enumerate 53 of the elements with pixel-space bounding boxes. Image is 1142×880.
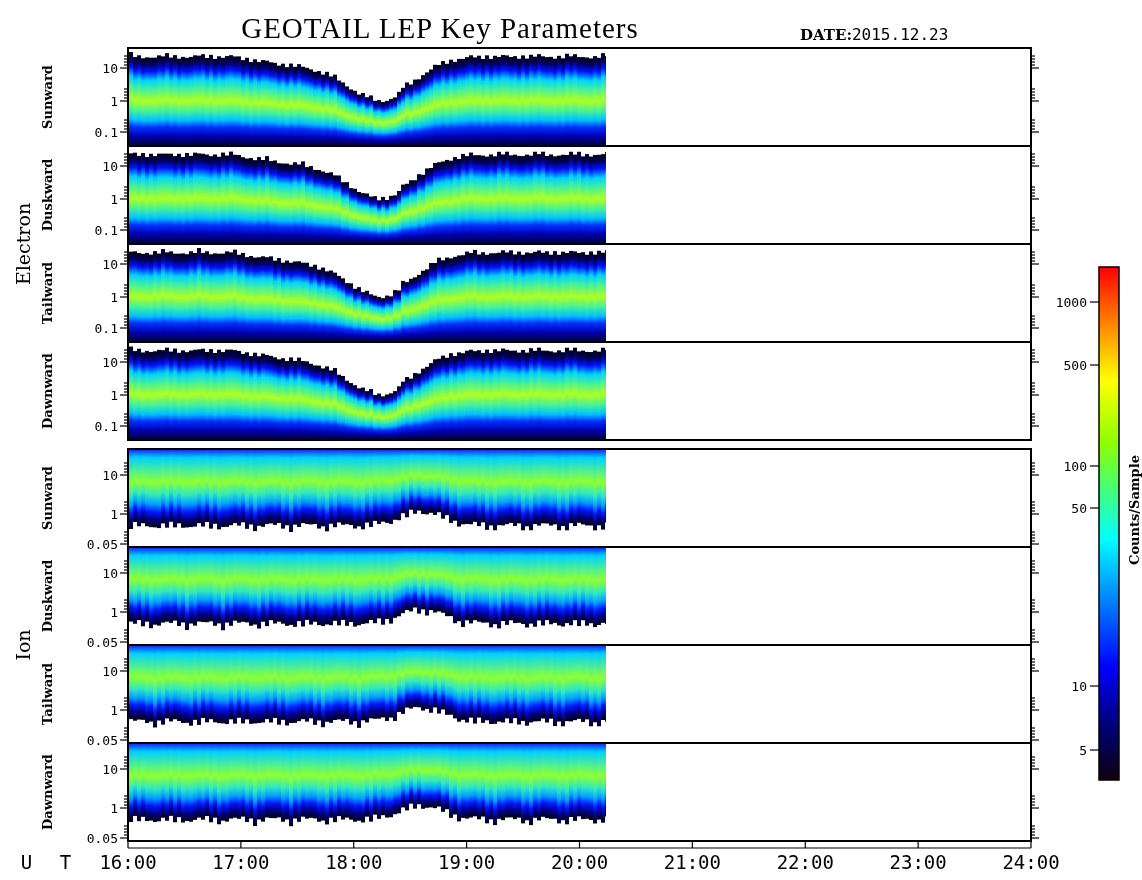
colorbar-tick-label: 10 (1071, 679, 1087, 694)
y-tick-label: 0.05 (86, 635, 118, 650)
y-tick-label: 10 (102, 468, 118, 483)
panel-label: Sunward (40, 65, 55, 129)
x-tick-label: 16:00 (99, 851, 157, 873)
y-tick-label: 1 (110, 507, 118, 522)
species-label: Electron (12, 202, 34, 286)
x-tick-label: 20:00 (550, 851, 609, 873)
panel-label: Dawnward (40, 353, 55, 429)
x-tick-label: 21:00 (663, 851, 721, 873)
panel-label: Tailward (40, 261, 55, 325)
y-tick-label: 10 (102, 566, 118, 581)
colorbar-tick-label: 50 (1071, 501, 1087, 516)
date-label: DATE:2015.12.23 (800, 25, 949, 44)
y-tick-label: 10 (102, 762, 118, 777)
y-tick-label: 1 (110, 605, 118, 620)
species-label: Ion (12, 629, 34, 661)
colorbar-tick-label: 500 (1063, 358, 1087, 373)
panel-label: Dawnward (40, 754, 55, 830)
y-tick-label: 10 (102, 355, 118, 370)
x-tick-label: 24:00 (1002, 851, 1060, 873)
y-tick-label: 10 (102, 61, 118, 76)
x-tick-label: 22:00 (776, 851, 834, 873)
y-tick-label: 0.1 (94, 223, 118, 238)
y-tick-label: 0.1 (94, 125, 118, 140)
y-tick-label: 1 (110, 703, 118, 718)
x-axis-label: U T (20, 851, 80, 873)
y-tick-label: 1 (110, 290, 118, 305)
y-tick-label: 10 (102, 257, 118, 272)
panel-label: Sunward (40, 466, 55, 530)
y-tick-label: 10 (102, 159, 118, 174)
y-tick-label: 0.05 (86, 537, 118, 552)
x-tick-label: 17:00 (212, 851, 270, 873)
x-tick-label: 23:00 (889, 851, 947, 873)
y-tick-label: 0.05 (86, 733, 118, 748)
colorbar-tick-label: 100 (1063, 459, 1087, 474)
colorbar-tick-label: 1000 (1055, 295, 1087, 310)
x-tick-label: 18:00 (325, 851, 383, 873)
y-tick-label: 10 (102, 664, 118, 679)
y-tick-label: 1 (110, 192, 118, 207)
panel-label: Duskward (40, 158, 55, 232)
y-tick-label: 1 (110, 388, 118, 403)
y-tick-label: 1 (110, 801, 118, 816)
y-tick-label: 1 (110, 94, 118, 109)
y-tick-label: 0.1 (94, 321, 118, 336)
chart-title: GEOTAIL LEP Key Parameters (241, 12, 639, 44)
colorbar-label: Counts/Sample (1127, 455, 1142, 565)
panel-label: Tailward (40, 662, 55, 726)
y-tick-label: 0.1 (94, 419, 118, 434)
colorbar-tick-label: 5 (1079, 743, 1087, 758)
x-tick-label: 19:00 (438, 851, 496, 873)
panel-label: Duskward (40, 559, 55, 633)
y-tick-label: 0.05 (86, 831, 118, 846)
